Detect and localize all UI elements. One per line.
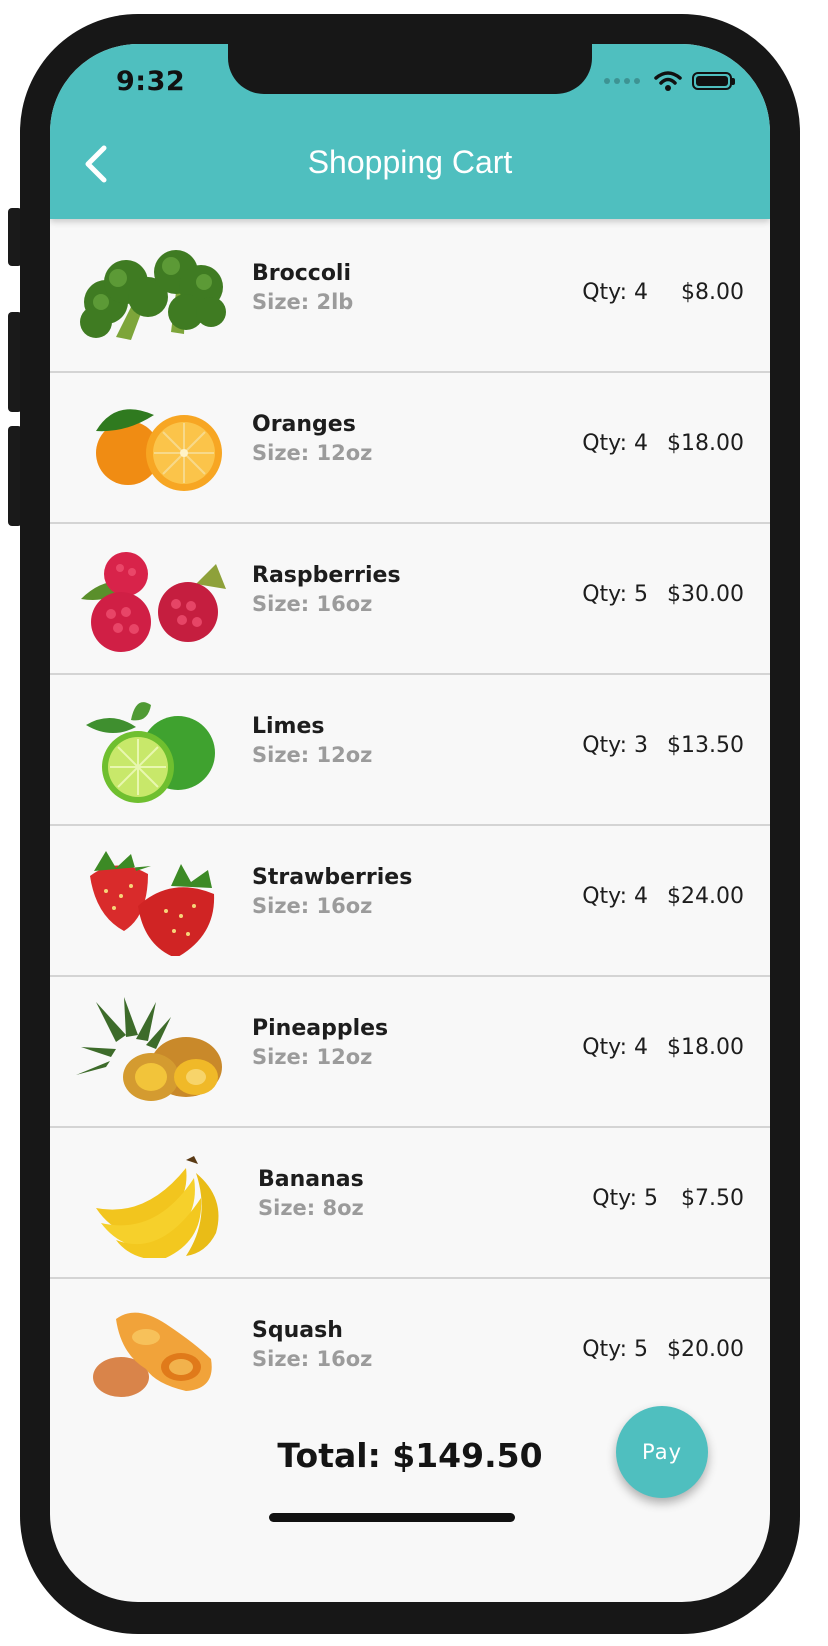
item-size: Size: 12oz (252, 441, 373, 465)
cart-list: Broccoli Size: 2lb Qty: 4 $8.00 Oranges … (50, 222, 770, 1428)
battery-icon (692, 72, 735, 90)
item-info: Squash Size: 16oz (252, 1317, 372, 1373)
item-price: $18.00 (667, 1035, 744, 1060)
home-indicator (269, 1513, 515, 1522)
cart-item[interactable]: Pineapples Size: 12oz Qty: 4 $18.00 (50, 977, 770, 1128)
item-quantity: Qty: 4 (582, 1035, 648, 1060)
status-time: 9:32 (116, 66, 186, 97)
item-name: Bananas (258, 1167, 364, 1192)
item-quantity: Qty: 5 (582, 582, 648, 607)
item-price: $30.00 (667, 582, 744, 607)
item-quantity: Qty: 4 (582, 280, 648, 305)
status-icons (604, 70, 735, 92)
item-size: Size: 12oz (252, 743, 373, 767)
notch (228, 44, 592, 94)
item-info: Limes Size: 12oz (252, 713, 372, 769)
raspberries-image (81, 552, 226, 652)
squash-image (93, 1312, 212, 1397)
pineapples-image (76, 997, 222, 1101)
pay-button[interactable]: Pay (616, 1406, 708, 1498)
strawberries-image (90, 851, 215, 956)
item-info: Broccoli Size: 2lb (252, 260, 353, 316)
item-name: Oranges (252, 412, 356, 437)
item-size: Size: 16oz (252, 894, 373, 918)
cart-item[interactable]: Strawberries Size: 16oz Qty: 4 $24.00 (50, 826, 770, 977)
cellular-signal-icon (604, 78, 640, 84)
item-size: Size: 8oz (258, 1196, 364, 1220)
page-title: Shopping Cart (307, 144, 513, 180)
item-quantity: Qty: 4 (582, 884, 648, 909)
cart-item[interactable]: Broccoli Size: 2lb Qty: 4 $8.00 (50, 222, 770, 373)
phone-frame: 9:32 Shopping Cart Broccoli Size: 2lb Qt… (20, 14, 800, 1634)
broccoli-image (80, 250, 226, 340)
item-info: Raspberries Size: 16oz (252, 562, 401, 618)
item-price: $18.00 (667, 431, 744, 456)
item-info: Oranges Size: 12oz (252, 411, 372, 467)
item-size: Size: 16oz (252, 1347, 373, 1371)
cart-item[interactable]: Oranges Size: 12oz Qty: 4 $18.00 (50, 373, 770, 524)
cart-item[interactable]: Raspberries Size: 16oz Qty: 5 $30.00 (50, 524, 770, 675)
item-price: $24.00 (667, 884, 744, 909)
item-price: $8.00 (681, 280, 744, 305)
item-name: Raspberries (252, 563, 401, 588)
item-quantity: Qty: 5 (592, 1186, 658, 1211)
item-name: Broccoli (252, 261, 352, 286)
item-price: $7.50 (681, 1186, 744, 1211)
app-screen: 9:32 Shopping Cart Broccoli Size: 2lb Qt… (50, 44, 770, 1602)
cart-item[interactable]: Limes Size: 12oz Qty: 3 $13.50 (50, 675, 770, 826)
item-name: Limes (252, 714, 325, 739)
item-name: Strawberries (252, 865, 413, 890)
item-info: Pineapples Size: 12oz (252, 1015, 388, 1071)
limes-image (86, 702, 215, 803)
bananas-image (96, 1156, 219, 1258)
item-name: Pineapples (252, 1016, 389, 1041)
cart-item[interactable]: Bananas Size: 8oz Qty: 5 $7.50 (50, 1128, 770, 1279)
item-size: Size: 12oz (252, 1045, 373, 1069)
item-quantity: Qty: 5 (582, 1337, 648, 1362)
item-size: Size: 16oz (252, 592, 373, 616)
item-quantity: Qty: 3 (582, 733, 648, 758)
item-info: Strawberries Size: 16oz (252, 864, 412, 920)
item-info: Bananas Size: 8oz (258, 1166, 364, 1222)
item-quantity: Qty: 4 (582, 431, 648, 456)
oranges-image (96, 409, 222, 491)
item-name: Squash (252, 1318, 343, 1343)
item-size: Size: 2lb (252, 290, 354, 314)
wifi-icon (654, 71, 682, 91)
item-price: $13.50 (667, 733, 744, 758)
item-price: $20.00 (667, 1337, 744, 1362)
